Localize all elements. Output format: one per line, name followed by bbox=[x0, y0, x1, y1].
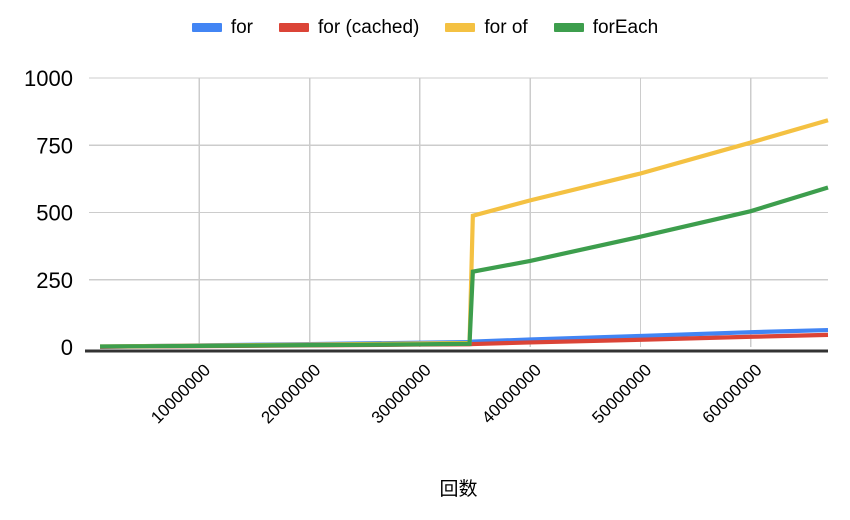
x-tick-label-30000000: 30000000 bbox=[368, 360, 435, 427]
chart-container: for for (cached) for of forEach 0 250 500 750 1… bbox=[0, 0, 850, 520]
series-line-foreach bbox=[100, 185, 829, 349]
x-tick-label-50000000: 50000000 bbox=[588, 360, 655, 427]
y-axis-tick-labels: 0 250 500 750 1000 bbox=[24, 66, 73, 360]
y-tick-label-250: 250 bbox=[36, 268, 73, 293]
y-tick-label-500: 500 bbox=[36, 201, 73, 226]
data-series-group bbox=[100, 118, 829, 349]
plot-area-wrapper: 0 250 500 750 1000 10000000 20000000 30000000 4… bbox=[0, 0, 850, 520]
x-tick-label-20000000: 20000000 bbox=[258, 360, 325, 427]
x-axis-tick-labels: 10000000 20000000 30000000 40000000 50000000… bbox=[147, 360, 765, 427]
line-chart-svg: 0 250 500 750 1000 10000000 20000000 30000000 4… bbox=[24, 66, 829, 500]
y-tick-label-1000: 1000 bbox=[24, 66, 73, 91]
y-tick-label-0: 0 bbox=[61, 335, 73, 360]
x-axis-title: 回数 bbox=[439, 478, 477, 500]
x-tick-label-40000000: 40000000 bbox=[478, 360, 545, 427]
y-tick-label-750: 750 bbox=[36, 133, 73, 158]
x-tick-label-10000000: 10000000 bbox=[147, 360, 214, 427]
series-line-for-of bbox=[100, 118, 829, 349]
x-tick-label-60000000: 60000000 bbox=[699, 360, 766, 427]
